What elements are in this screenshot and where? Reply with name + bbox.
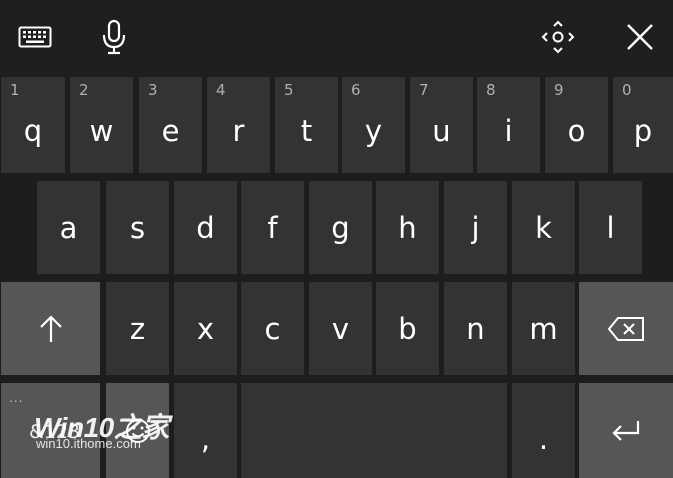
key-label: a <box>59 210 78 245</box>
key-label: f <box>267 210 278 245</box>
key-label: n <box>466 311 485 346</box>
backspace-icon <box>607 316 644 341</box>
keyboard-icon <box>18 26 52 48</box>
key-m[interactable]: m <box>512 282 575 375</box>
key-number-hint: 2 <box>79 81 89 99</box>
key-number-hint: 8 <box>486 81 496 99</box>
key-label: w <box>89 114 114 148</box>
symbols-key[interactable]: ... &123 <box>1 383 100 478</box>
key-number-hint: 7 <box>419 81 429 99</box>
key-number-hint: 1 <box>10 81 20 99</box>
key-label: y <box>364 114 383 148</box>
keyboard-layout-button[interactable] <box>9 10 61 64</box>
key-l[interactable]: l <box>579 181 642 274</box>
key-w[interactable]: 2 w <box>70 77 133 173</box>
key-g[interactable]: g <box>309 181 372 274</box>
shift-key[interactable] <box>1 282 100 375</box>
enter-icon <box>612 420 640 441</box>
more-dots: ... <box>9 391 24 405</box>
key-b[interactable]: b <box>376 282 439 375</box>
key-label: o <box>567 114 586 148</box>
key-number-hint: 5 <box>284 81 294 99</box>
emoji-key[interactable] <box>106 383 169 478</box>
key-label: b <box>398 311 417 346</box>
key-label: h <box>398 210 417 245</box>
move-keyboard-button[interactable] <box>532 10 584 64</box>
close-keyboard-button[interactable] <box>614 10 666 64</box>
key-h[interactable]: h <box>376 181 439 274</box>
enter-key[interactable] <box>579 383 673 478</box>
key-number-hint: 3 <box>148 81 158 99</box>
key-label: m <box>529 311 558 346</box>
key-label: x <box>196 311 215 346</box>
move-icon <box>541 20 575 54</box>
comma-key[interactable]: , <box>174 383 237 478</box>
space-key[interactable] <box>241 383 507 478</box>
key-v[interactable]: v <box>309 282 372 375</box>
close-icon <box>627 24 653 50</box>
key-number-hint: 0 <box>622 81 632 99</box>
key-label: v <box>331 311 350 346</box>
key-f[interactable]: f <box>241 181 304 274</box>
key-k[interactable]: k <box>512 181 575 274</box>
key-label: g <box>331 210 350 245</box>
key-z[interactable]: z <box>106 282 169 375</box>
key-j[interactable]: j <box>444 181 507 274</box>
key-s[interactable]: s <box>106 181 169 274</box>
key-p[interactable]: 0 p <box>613 77 673 173</box>
backspace-key[interactable] <box>579 282 673 375</box>
key-x[interactable]: x <box>174 282 237 375</box>
key-r[interactable]: 4 r <box>207 77 270 173</box>
key-label: s <box>129 210 146 245</box>
key-y[interactable]: 6 y <box>342 77 405 173</box>
key-label: r <box>232 114 245 148</box>
key-a[interactable]: a <box>37 181 100 274</box>
key-n[interactable]: n <box>444 282 507 375</box>
key-label: d <box>196 210 215 245</box>
key-label: u <box>432 114 451 148</box>
key-label: e <box>161 114 180 148</box>
key-label: i <box>504 114 513 148</box>
key-label: c <box>264 311 281 346</box>
key-o[interactable]: 9 o <box>545 77 608 173</box>
key-label: z <box>129 311 146 346</box>
key-t[interactable]: 5 t <box>275 77 338 173</box>
key-label: p <box>633 114 653 148</box>
key-number-hint: 9 <box>554 81 564 99</box>
key-label: . <box>538 421 549 456</box>
key-label: j <box>471 210 480 245</box>
microphone-icon <box>102 19 126 55</box>
key-label: k <box>535 210 552 245</box>
key-label: , <box>200 421 211 456</box>
key-label: t <box>300 114 313 148</box>
key-number-hint: 6 <box>351 81 361 99</box>
key-e[interactable]: 3 e <box>139 77 202 173</box>
key-d[interactable]: d <box>174 181 237 274</box>
symbols-label: &123 <box>29 421 81 443</box>
keyboard-toolbar <box>0 0 673 76</box>
shift-arrow-icon <box>39 314 62 342</box>
dictation-button[interactable] <box>88 10 140 64</box>
key-q[interactable]: 1 q <box>1 77 65 173</box>
key-u[interactable]: 7 u <box>410 77 473 173</box>
key-label: q <box>23 114 43 148</box>
period-key[interactable]: . <box>512 383 575 478</box>
key-number-hint: 4 <box>216 81 226 99</box>
key-i[interactable]: 8 i <box>477 77 540 173</box>
key-label: l <box>606 210 615 245</box>
key-c[interactable]: c <box>241 282 304 375</box>
emoji-icon <box>125 418 150 443</box>
